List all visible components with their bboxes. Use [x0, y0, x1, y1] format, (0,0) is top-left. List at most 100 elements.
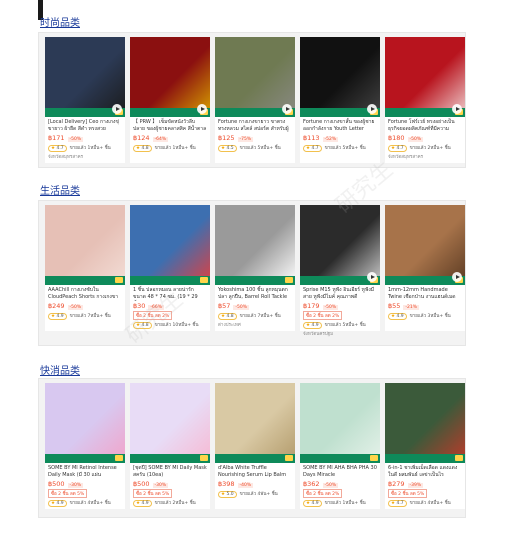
product-title-text: Fortune โฟร์เวย์ ทรงอย่างเป็น ธุรกิจยอดผ…: [388, 119, 455, 132]
sold-count: ขายแล้ว 1หมื่น+ ชิ้น: [69, 146, 111, 151]
product-title-text: SOME BY MI Retinol Intense Daily Mask (ม…: [48, 465, 117, 478]
rating-badge: ★ 4.8: [218, 313, 237, 320]
price-line: ฿124 -64%: [130, 133, 210, 143]
play-icon[interactable]: [367, 104, 377, 114]
product-image[interactable]: [300, 383, 380, 463]
price-line: ฿279 -39%: [385, 479, 465, 489]
price: ฿171: [48, 134, 65, 142]
product-card[interactable]: MallSOME BY MI Retinol Intense Daily Mas…: [45, 383, 125, 509]
product-image[interactable]: [300, 37, 380, 117]
section-title-fashion[interactable]: 时尚品类: [40, 14, 80, 29]
product-title[interactable]: Mall[Local Delivery] Ceo กางเกงขุ่ ขายาว…: [45, 117, 125, 133]
play-icon[interactable]: [197, 104, 207, 114]
sold-count: ขายแล้ว 10หมื่น+ ชิ้น: [154, 323, 199, 328]
gift-icon: [285, 277, 293, 283]
product-image[interactable]: [130, 37, 210, 117]
stats-line: ★ 4.8 ขายแล้ว 1หมื่น+ ชิ้น: [130, 143, 210, 153]
stats-line: ★ 4.8 ขายแล้ว 10หมื่น+ ชิ้น: [130, 320, 210, 330]
discount-badge: -75%: [237, 137, 254, 142]
product-image[interactable]: [45, 37, 125, 117]
play-icon[interactable]: [367, 272, 377, 282]
product-card[interactable]: MallSprise M15 หูฟัง อินเอียร์ หูฟังมีสา…: [300, 205, 380, 337]
product-image[interactable]: [215, 37, 295, 117]
gift-icon: [455, 455, 463, 461]
product-card[interactable]: MallFortune กางเกงขาสั้น ของผู้ชายออกกำล…: [300, 37, 380, 163]
product-title[interactable]: Mall6-in-1 ชาเพิ่มเม็ดเลือด แดงแดงในดี ผ…: [385, 463, 465, 479]
rating-value: 4.9: [311, 323, 319, 328]
product-image[interactable]: [300, 205, 380, 285]
product-title[interactable]: Mall[ชุดปี] SOME BY MI Daily Mask สครับ …: [130, 463, 210, 479]
price: ฿249: [48, 302, 65, 310]
discount-badge: -66%: [148, 305, 165, 310]
product-card[interactable]: MallFortune กางเกงขายาว ขาตรง ทรงหลวม สไ…: [215, 37, 295, 163]
product-title[interactable]: Malld'Alba White Truffle Nourishing Seru…: [215, 463, 295, 479]
product-title[interactable]: MallYokoshima 100 ชิ้น ลูกหมุนตกปลา ลูกป…: [215, 285, 295, 301]
product-card[interactable]: Malld'Alba White Truffle Nourishing Seru…: [215, 383, 295, 509]
discount-badge: -50%: [67, 305, 84, 310]
discount-badge: -30%: [152, 483, 169, 488]
product-title[interactable]: MallFortune โฟร์เวย์ ทรงอย่างเป็น ธุรกิจ…: [385, 117, 465, 133]
play-icon[interactable]: [282, 104, 292, 114]
product-title[interactable]: MallFortune กางเกงขาสั้น ของผู้ชายออกกำล…: [300, 117, 380, 133]
price-line: ฿500 -30%: [130, 479, 210, 489]
promo-badge: ซื้อ 2 ชิ้น ลด 2%: [303, 311, 343, 320]
discount-badge: -50%: [407, 137, 424, 142]
stats-line: ★ 4.5 ขายแล้ว 5หมื่น+ ชิ้น: [215, 143, 295, 153]
product-image[interactable]: [130, 383, 210, 463]
product-image[interactable]: [45, 383, 125, 463]
product-card[interactable]: MallSOME BY MI AHA BHA PHA 30 Days Mirac…: [300, 383, 380, 509]
sold-count: ขายแล้ว 7หมื่น+ ชิ้น: [69, 314, 111, 319]
product-image[interactable]: [385, 205, 465, 285]
promo-badge: ซื้อ 2 ชิ้น ลด 2%: [133, 311, 173, 320]
gift-icon: [200, 277, 208, 283]
section-fashion: Mall[Local Delivery] Ceo กางเกงขุ่ ขายาว…: [38, 32, 466, 168]
promo-banner: [130, 454, 210, 463]
product-title-text: Sprise M15 หูฟัง อินเอียร์ หูฟังมีสาย หู…: [303, 287, 375, 300]
section-title-lifestyle[interactable]: 生活品类: [40, 182, 80, 197]
product-title[interactable]: Mall1 ชิ้น ปลอกหมอน ลายน่ารัก ขนาด 48 * …: [130, 285, 210, 301]
product-card[interactable]: MallYokoshima 100 ชิ้น ลูกหมุนตกปลา ลูกป…: [215, 205, 295, 331]
rating-value: 5.0: [226, 492, 234, 497]
rating-badge: ★ 4.7: [303, 145, 322, 152]
product-title[interactable]: Mall1mm-12mm Handmade Twine เชือกป่าน งา…: [385, 285, 465, 301]
product-image[interactable]: [385, 37, 465, 117]
rating-value: 4.7: [396, 501, 404, 506]
product-card[interactable]: MallFortune โฟร์เวย์ ทรงอย่างเป็น ธุรกิจ…: [385, 37, 465, 163]
product-title[interactable]: MallFortune กางเกงขายาว ขาตรง ทรงหลวม สไ…: [215, 117, 295, 133]
product-title-text: SOME BY MI AHA BHA PHA 30 Days Miracle: [303, 465, 377, 478]
price-line: ฿500 -30%: [45, 479, 125, 489]
play-icon[interactable]: [112, 104, 122, 114]
product-title-text: Fortune กางเกงขาสั้น ของผู้ชายออกกำลังกา…: [303, 119, 375, 132]
play-icon[interactable]: [452, 272, 462, 282]
rating-value: 4.8: [141, 323, 149, 328]
promo-banner: [385, 454, 465, 463]
price: ฿279: [388, 480, 405, 488]
product-title[interactable]: MallSprise M15 หูฟัง อินเอียร์ หูฟังมีสา…: [300, 285, 380, 301]
sold-count: ขายแล้ว 2หมื่น+ ชิ้น: [154, 501, 196, 506]
section-title-fmcg[interactable]: 快消品类: [40, 362, 80, 377]
rating-value: 4.9: [396, 314, 404, 319]
price: ฿362: [303, 480, 320, 488]
product-title[interactable]: Mall【 PRW 】 เข็มขัดหนังวัวลีบปลาย ของผู้…: [130, 117, 210, 133]
product-card[interactable]: Mall[Local Delivery] Ceo กางเกงขุ่ ขายาว…: [45, 37, 125, 163]
price-line: ฿171 -50%: [45, 133, 125, 143]
discount-badge: -50%: [322, 305, 339, 310]
product-image[interactable]: [215, 383, 295, 463]
sold-count: ขายแล้ว 2หมื่น+ ชิ้น: [409, 146, 451, 151]
product-title[interactable]: MallAAAChill กางเกงซับใน CloudPeach Shor…: [45, 285, 125, 301]
product-card[interactable]: Mall6-in-1 ชาเพิ่มเม็ดเลือด แดงแดงในดี ผ…: [385, 383, 465, 509]
product-card[interactable]: MallAAAChill กางเกงซับใน CloudPeach Shor…: [45, 205, 125, 331]
product-card[interactable]: Mall1 ชิ้น ปลอกหมอน ลายน่ารัก ขนาด 48 * …: [130, 205, 210, 331]
product-card[interactable]: Mall[ชุดปี] SOME BY MI Daily Mask สครับ …: [130, 383, 210, 509]
product-image[interactable]: [130, 205, 210, 285]
product-card[interactable]: Mall【 PRW 】 เข็มขัดหนังวัวลีบปลาย ของผู้…: [130, 37, 210, 163]
product-image[interactable]: [215, 205, 295, 285]
promo-line: ซื้อ 2 ชิ้น ลด 2%: [130, 311, 210, 320]
product-title[interactable]: MallSOME BY MI Retinol Intense Daily Mas…: [45, 463, 125, 479]
rating-badge: ★ 4.7: [388, 145, 407, 152]
product-card[interactable]: Mall1mm-12mm Handmade Twine เชือกป่าน งา…: [385, 205, 465, 331]
product-image[interactable]: [45, 205, 125, 285]
product-image[interactable]: [385, 383, 465, 463]
product-title[interactable]: MallSOME BY MI AHA BHA PHA 30 Days Mirac…: [300, 463, 380, 479]
play-icon[interactable]: [452, 104, 462, 114]
